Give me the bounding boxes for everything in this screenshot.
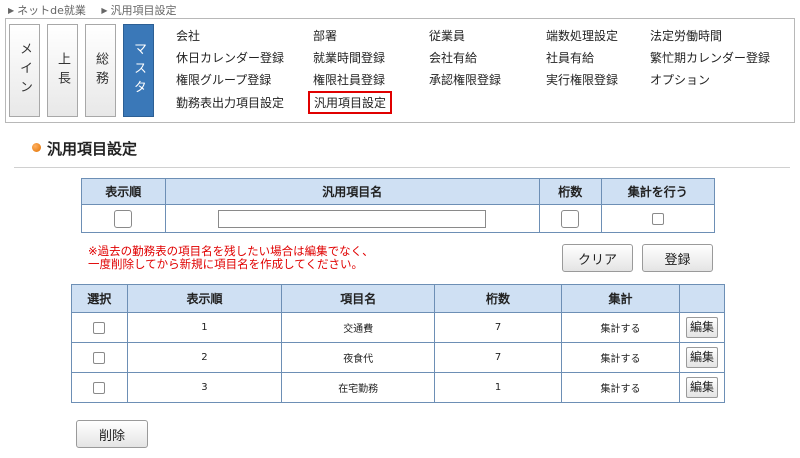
menu-link-permission-group[interactable]: 権限グループ登録	[176, 71, 271, 88]
order-cell: 3	[126, 372, 283, 403]
edit-cell: 編集	[679, 372, 725, 403]
edit-cell: 編集	[679, 312, 725, 343]
aggregate-cell: 集計する	[561, 342, 681, 373]
digits-cell: 7	[434, 312, 563, 343]
digits-input[interactable]	[561, 209, 580, 228]
menu-link-working-hours[interactable]: 就業時間登録	[313, 49, 385, 66]
menu-link-approval-permission[interactable]: 承認権限登録	[429, 71, 501, 88]
items-list-table: 選択 表示順 項目名 桁数 集計 1 交通費 7 集計する 編集 2 夜食代 7…	[71, 284, 725, 403]
column-header-order: 表示順	[81, 178, 166, 205]
entry-form-table: 表示順 汎用項目名 桁数 集計を行う	[81, 178, 716, 233]
column-header-aggregate: 集計	[561, 284, 681, 313]
column-header-order: 表示順	[126, 284, 283, 313]
triangle-right-icon: ▶	[101, 6, 108, 15]
select-cell	[71, 372, 128, 403]
item-name-cell	[164, 204, 540, 233]
column-header-select: 選択	[71, 284, 128, 313]
column-header-aggregate: 集計を行う	[600, 178, 716, 205]
digits-cell: 1	[434, 372, 563, 403]
breadcrumb-label: 汎用項目設定	[110, 4, 177, 17]
row-select-checkbox[interactable]	[93, 321, 106, 334]
column-header-item-name: 汎用項目名	[164, 178, 540, 205]
edit-button[interactable]: 編集	[686, 377, 719, 398]
item-name-cell: 在宅勤務	[281, 372, 436, 403]
clear-button[interactable]: クリア	[562, 244, 633, 272]
notice-text: ※過去の勤務表の項目名を残したい場合は編集でなく、 一度削除してから新規に項目名…	[88, 245, 374, 271]
register-button[interactable]: 登録	[642, 244, 713, 272]
digits-cell	[538, 204, 602, 233]
menu-link-options[interactable]: オプション	[650, 71, 710, 88]
column-header-digits: 桁数	[434, 284, 563, 313]
orange-dot-icon	[32, 143, 41, 152]
select-cell	[71, 312, 128, 343]
table-row: 3 在宅勤務 1 集計する 編集	[71, 372, 725, 403]
tab-boss[interactable]: 上長	[47, 24, 78, 117]
row-select-checkbox[interactable]	[93, 351, 106, 364]
breadcrumb-label: ネットde就業	[17, 4, 86, 17]
column-header-digits: 桁数	[538, 178, 602, 205]
menu-link-permission-employee[interactable]: 権限社員登録	[313, 71, 385, 88]
edit-button[interactable]: 編集	[686, 317, 719, 338]
table-row: 2 夜食代 7 集計する 編集	[71, 342, 725, 373]
menu-link-rounding-settings[interactable]: 端数処理設定	[546, 27, 618, 44]
section-header: 汎用項目設定	[14, 128, 790, 168]
table-row: 1 交通費 7 集計する 編集	[71, 312, 725, 343]
menu-link-employee[interactable]: 従業員	[429, 27, 465, 44]
item-name-cell: 交通費	[281, 312, 436, 343]
tab-master[interactable]: マスタ	[123, 24, 154, 117]
edit-cell: 編集	[679, 342, 725, 373]
breadcrumb-item-home[interactable]: ▶ ネットde就業	[8, 4, 86, 17]
aggregate-cell: 集計する	[561, 312, 681, 343]
menu-link-employee-paid-leave[interactable]: 社員有給	[546, 49, 594, 66]
delete-button[interactable]: 削除	[76, 420, 148, 448]
order-cell: 2	[126, 342, 283, 373]
menu-link-timesheet-output-settings[interactable]: 勤務表出力項目設定	[176, 94, 284, 111]
triangle-right-icon: ▶	[8, 6, 15, 15]
page-title: 汎用項目設定	[47, 140, 138, 158]
aggregate-checkbox[interactable]	[651, 212, 664, 225]
item-name-cell: 夜食代	[281, 342, 436, 373]
breadcrumb-item-current: ▶ 汎用項目設定	[101, 4, 176, 17]
notice-line: 一度削除してから新規に項目名を作成してください。	[88, 257, 363, 271]
digits-cell: 7	[434, 342, 563, 373]
row-select-checkbox[interactable]	[93, 381, 106, 394]
menu-link-department[interactable]: 部署	[313, 27, 337, 44]
menu-link-company-paid-leave[interactable]: 会社有給	[429, 49, 477, 66]
tab-main[interactable]: メイン	[9, 24, 40, 117]
menu-link-legal-working-hours[interactable]: 法定労働時間	[650, 27, 722, 44]
aggregate-cell: 集計する	[561, 372, 681, 403]
column-header-edit	[679, 284, 725, 313]
edit-button[interactable]: 編集	[686, 347, 719, 368]
order-cell	[81, 204, 166, 233]
column-header-item-name: 項目名	[281, 284, 436, 313]
order-input[interactable]	[114, 209, 133, 228]
menu-link-company[interactable]: 会社	[176, 27, 200, 44]
select-cell	[71, 342, 128, 373]
menu-link-holiday-calendar[interactable]: 休日カレンダー登録	[176, 49, 284, 66]
menu-link-execution-permission[interactable]: 実行権限登録	[546, 71, 618, 88]
menu-link-general-items-settings[interactable]: 汎用項目設定	[307, 91, 393, 114]
order-cell: 1	[126, 312, 283, 343]
menu-link-busy-season-calendar[interactable]: 繁忙期カレンダー登録	[650, 49, 770, 66]
item-name-input[interactable]	[218, 209, 487, 228]
tab-general-affairs[interactable]: 総務	[85, 24, 116, 117]
aggregate-cell	[600, 204, 716, 233]
breadcrumb: ▶ ネットde就業 ▶ 汎用項目設定	[8, 2, 189, 18]
